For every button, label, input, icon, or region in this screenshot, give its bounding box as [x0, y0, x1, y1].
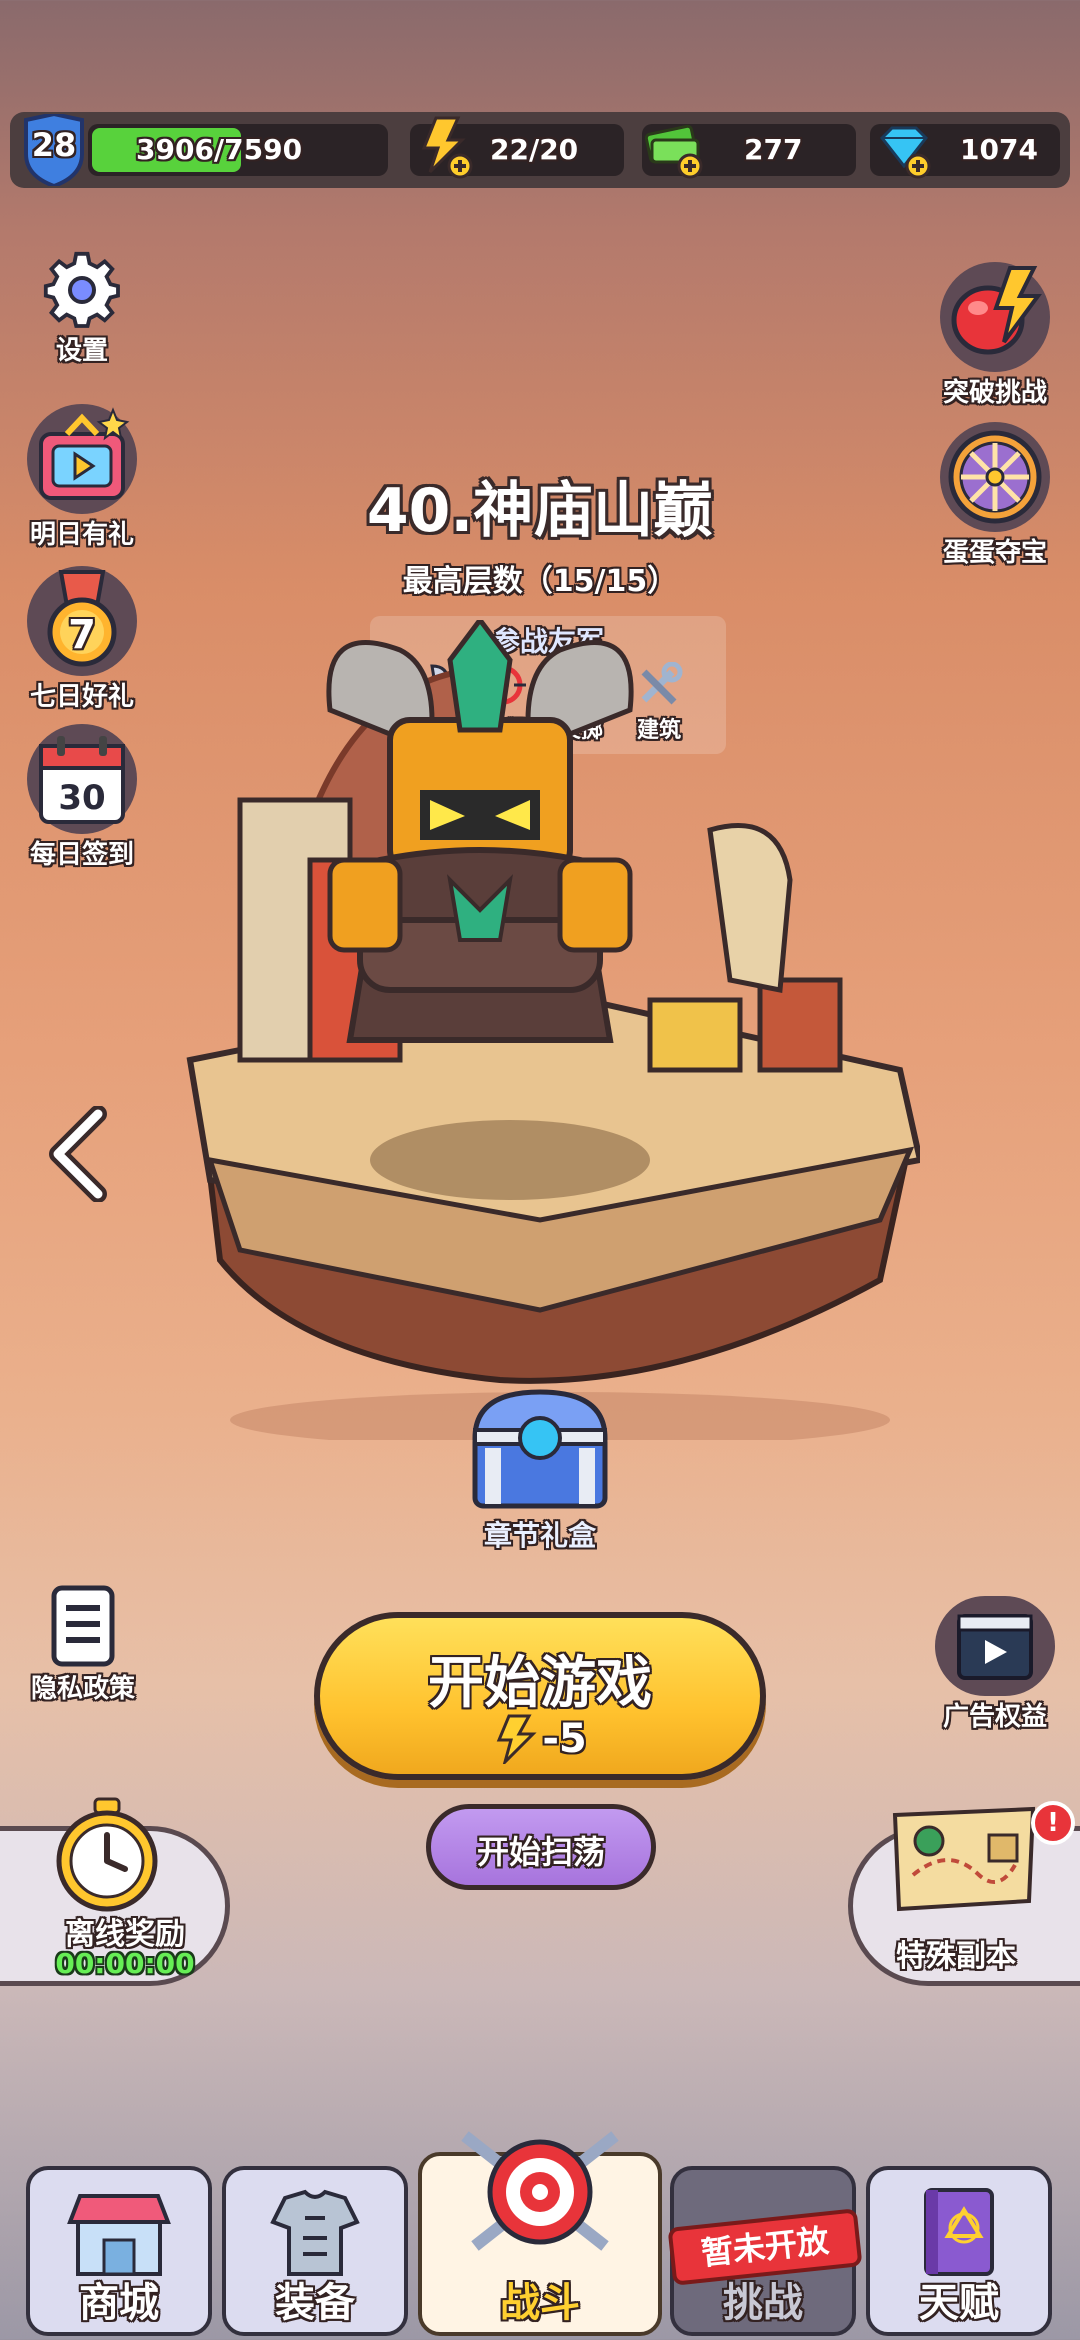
top-resource-bar: 28 3906/7590 22/20 277 1074 [10, 111, 1070, 189]
start-game-cost-value: -5 [542, 1716, 587, 1762]
start-game-button[interactable]: 开始游戏 -5 [314, 1612, 766, 1780]
gem-value: 1074 [960, 133, 1038, 166]
offline-reward-timer: 00:00:00 [55, 1947, 195, 1980]
daily-checkin-label: 每日签到 [29, 840, 134, 870]
gem-pill[interactable]: 1074 [870, 124, 1060, 179]
tab-talent[interactable]: 天赋 [866, 2166, 1052, 2336]
prev-stage-arrow[interactable] [44, 1105, 114, 1203]
start-sweep-button[interactable]: 开始扫荡 [426, 1804, 656, 1890]
tab-shop[interactable]: 商城 [26, 2166, 212, 2336]
tab-challenge-label: 挑战 [723, 2280, 803, 2326]
special-dungeon-button[interactable]: ! 特殊副本 [848, 1801, 1080, 1986]
chest-icon [472, 1389, 608, 1509]
document-icon [51, 1585, 115, 1667]
stopwatch-icon [56, 1797, 158, 1912]
seven-day-badge: 7 [68, 612, 96, 658]
privacy-policy-button[interactable]: 隐私政策 [18, 1584, 148, 1705]
lightning-plus-icon[interactable] [414, 116, 474, 180]
ad-rights-button[interactable]: 广告权益 [920, 1596, 1070, 1733]
cash-plus-icon[interactable] [642, 118, 706, 180]
bottom-nav: 商城 装备 战斗 暂未开放 挑战 天赋 [0, 2131, 1080, 2340]
xp-bar: 3906/7590 [88, 124, 388, 176]
video-gift-icon [27, 404, 137, 514]
offline-reward-button[interactable]: 离线奖励 00:00:00 [0, 1797, 230, 1986]
tomorrow-gift-button[interactable]: 明日有礼 [12, 404, 152, 551]
seven-day-gift-button[interactable]: 7 七日好礼 [12, 566, 152, 713]
calendar-icon: 30 [27, 724, 137, 834]
level-shield[interactable]: 28 [22, 111, 86, 189]
cash-value: 277 [744, 133, 803, 166]
armor-icon [270, 2189, 360, 2276]
lightning-icon [496, 1714, 537, 1768]
calendar-day-badge: 30 [58, 778, 106, 818]
target-swords-icon [461, 2131, 619, 2251]
privacy-policy-label: 隐私政策 [30, 1674, 135, 1704]
player-level: 28 [31, 126, 77, 164]
chevron-left-icon [49, 1105, 107, 1203]
egg-treasure-label: 蛋蛋夺宝 [942, 538, 1047, 568]
spellbook-icon [924, 2188, 994, 2276]
chapter-chest-label: 章节礼盒 [483, 1519, 596, 1552]
xp-text: 3906/7590 [136, 133, 303, 166]
tab-equipment[interactable]: 装备 [222, 2166, 408, 2336]
tomorrow-gift-label: 明日有礼 [29, 520, 134, 550]
ad-rights-label: 广告权益 [942, 1702, 1047, 1732]
shop-icon [67, 2194, 171, 2276]
settings-button[interactable]: 设置 [22, 250, 142, 367]
settings-label: 设置 [55, 336, 108, 366]
chapter-chest-button[interactable]: 章节礼盒 [460, 1384, 620, 1554]
gear-icon [43, 251, 120, 328]
start-sweep-label: 开始扫荡 [476, 1833, 605, 1871]
cash-pill[interactable]: 277 [642, 124, 856, 179]
tab-battle-label: 战斗 [500, 2280, 580, 2326]
clapperboard-icon [935, 1596, 1055, 1696]
start-game-cost: -5 [320, 1714, 760, 1768]
tab-equipment-label: 装备 [275, 2280, 355, 2326]
daily-checkin-button[interactable]: 30 每日签到 [12, 724, 152, 871]
seven-day-gift-label: 七日好礼 [29, 682, 134, 712]
start-game-label: 开始游戏 [428, 1651, 652, 1716]
wheel-icon [940, 422, 1050, 532]
boxing-glove-icon [940, 262, 1050, 372]
medal-icon: 7 [27, 566, 137, 676]
energy-pill[interactable]: 22/20 [410, 116, 624, 179]
tab-shop-label: 商城 [79, 2280, 159, 2326]
special-dungeon-label: 特殊副本 [896, 1939, 1016, 1974]
breakthrough-challenge-button[interactable]: 突破挑战 [920, 262, 1070, 409]
stage-title: 40.神庙山巅 [366, 476, 714, 546]
treasure-map-icon [892, 1806, 1036, 1912]
gem-plus-icon[interactable] [874, 122, 934, 180]
alert-badge-icon: ! [1031, 1801, 1075, 1845]
egg-treasure-button[interactable]: 蛋蛋夺宝 [920, 422, 1070, 569]
tab-challenge[interactable]: 暂未开放 挑战 [667, 2166, 863, 2336]
energy-value: 22/20 [490, 133, 579, 166]
breakthrough-challenge-label: 突破挑战 [942, 378, 1047, 408]
island-artwork[interactable] [180, 615, 924, 1448]
tab-battle[interactable]: 战斗 [418, 2131, 662, 2336]
max-floor-text: 最高层数（15/15） [402, 564, 678, 599]
tab-talent-label: 天赋 [919, 2280, 999, 2326]
